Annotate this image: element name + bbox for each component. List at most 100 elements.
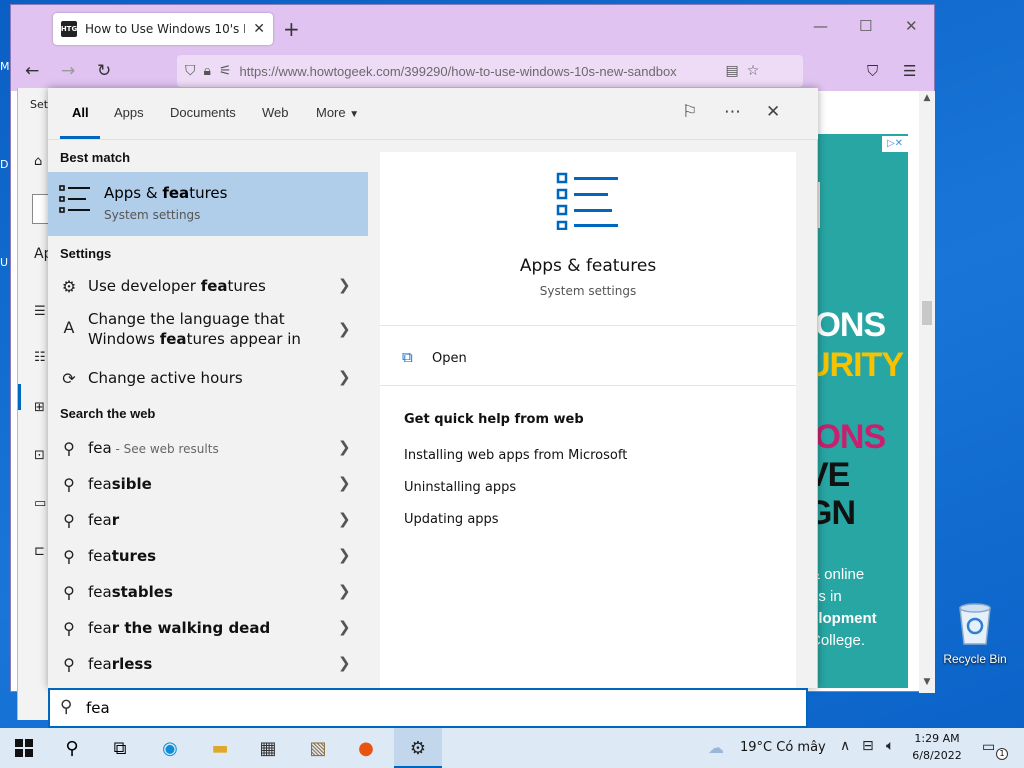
- reload-icon[interactable]: ↻: [97, 61, 111, 81]
- apps-websites-icon[interactable]: ⊡: [34, 448, 45, 463]
- clock-date[interactable]: 6/8/2022: [912, 749, 962, 762]
- tab-documents[interactable]: Documents: [170, 105, 236, 120]
- chevron-right-icon[interactable]: ❯: [338, 276, 351, 294]
- chevron-right-icon[interactable]: ❯: [338, 510, 351, 528]
- ad-banner[interactable]: ▷✕ IONS URITY IONS VE GN & online ns in …: [806, 134, 908, 688]
- tab-more-label: More: [316, 105, 346, 120]
- chevron-right-icon[interactable]: ❯: [338, 618, 351, 636]
- forward-arrow-icon[interactable]: →: [61, 61, 75, 81]
- start-button[interactable]: [0, 728, 48, 768]
- video-playback-icon[interactable]: ▭: [34, 496, 46, 511]
- new-tab-icon[interactable]: +: [283, 17, 300, 41]
- search-icon: ⚲: [63, 475, 75, 494]
- ad-choices-icon[interactable]: ▷✕: [882, 136, 908, 152]
- result-active-hours[interactable]: ⟳ Change active hours ❯: [48, 360, 368, 396]
- text-suggested: tures: [111, 547, 157, 565]
- cloud-icon[interactable]: ☁: [708, 738, 724, 757]
- notification-icon[interactable]: ▭: [982, 739, 995, 755]
- help-link[interactable]: Uninstalling apps: [404, 480, 516, 495]
- start-search-panel: All Apps Documents Web More ▼ ⚐ ⋯ ✕ Best…: [48, 88, 818, 688]
- open-action[interactable]: ⧉ Open: [380, 332, 796, 386]
- pocket-icon[interactable]: ⛉: [867, 62, 878, 80]
- text-part: tures appear in: [186, 330, 301, 348]
- permissions-icon[interactable]: ⚟: [219, 63, 232, 79]
- network-icon[interactable]: ⊟: [862, 738, 874, 754]
- chevron-right-icon[interactable]: ❯: [338, 546, 351, 564]
- search-icon: ⚲: [63, 547, 75, 566]
- maximize-icon[interactable]: ☐: [859, 17, 872, 35]
- help-link[interactable]: Updating apps: [404, 512, 499, 527]
- chevron-right-icon[interactable]: ❯: [338, 582, 351, 600]
- home-icon[interactable]: ⌂: [34, 154, 42, 169]
- search-icon[interactable]: ⚲: [48, 728, 96, 768]
- tab-more[interactable]: More ▼: [316, 105, 359, 120]
- browser-tab[interactable]: HTG How to Use Windows 10's New Sandbox …: [53, 13, 273, 45]
- search-icon: ⚲: [60, 697, 73, 717]
- tab-close-icon[interactable]: ✕: [253, 21, 265, 37]
- apps-list-icon[interactable]: ☰: [34, 304, 46, 319]
- close-icon[interactable]: ✕: [766, 102, 780, 122]
- scroll-down-icon[interactable]: ▼: [919, 677, 935, 687]
- scrollbar[interactable]: ▲ ▼: [919, 91, 935, 693]
- web-result[interactable]: ⚲ feasible ❯: [48, 466, 368, 502]
- firefox-icon[interactable]: ●: [342, 728, 390, 768]
- tab-all[interactable]: All: [72, 105, 89, 120]
- web-result[interactable]: ⚲ fearless ❯: [48, 646, 368, 682]
- store-icon[interactable]: ▦: [244, 728, 292, 768]
- feedback-icon[interactable]: ⚐: [682, 102, 697, 122]
- chevron-right-icon[interactable]: ❯: [338, 320, 351, 338]
- default-apps-icon[interactable]: ☷: [34, 350, 46, 365]
- result-label: fear the walking dead: [88, 619, 270, 637]
- title-part: Apps &: [104, 184, 163, 202]
- help-link[interactable]: Installing web apps from Microsoft: [404, 448, 627, 463]
- lock-icon[interactable]: 🔒︎: [204, 63, 211, 79]
- chevron-up-icon[interactable]: ∧: [840, 738, 850, 754]
- offline-maps-icon[interactable]: ⊞: [34, 400, 45, 415]
- chevron-right-icon[interactable]: ❯: [338, 368, 351, 386]
- result-label: Change active hours: [88, 369, 243, 387]
- tab-web[interactable]: Web: [262, 105, 289, 120]
- task-view-icon[interactable]: ⧉: [96, 728, 144, 768]
- chevron-right-icon[interactable]: ❯: [338, 654, 351, 672]
- reader-view-icon[interactable]: ▤: [726, 63, 739, 79]
- chevron-right-icon[interactable]: ❯: [338, 438, 351, 456]
- web-result[interactable]: ⚲ fear the walking dead ❯: [48, 610, 368, 646]
- shield-icon[interactable]: ⛉: [185, 63, 196, 79]
- bookmark-star-icon[interactable]: ☆: [747, 63, 760, 79]
- result-developer-features[interactable]: ⚙ Use developer features ❯: [48, 268, 368, 304]
- web-result[interactable]: ⚲ fear ❯: [48, 502, 368, 538]
- gear-icon[interactable]: ⚙: [394, 728, 442, 768]
- web-result[interactable]: ⚲ features ❯: [48, 538, 368, 574]
- scroll-up-icon[interactable]: ▲: [919, 93, 935, 103]
- result-label: features: [88, 547, 156, 565]
- file-explorer-icon[interactable]: ▬: [196, 728, 244, 768]
- site-favicon-icon: HTG: [61, 21, 77, 37]
- result-change-language[interactable]: A Change the language that Windows featu…: [48, 304, 368, 358]
- edge-browser-icon[interactable]: ◉: [146, 728, 194, 768]
- tab-apps[interactable]: Apps: [114, 105, 144, 120]
- search-box[interactable]: ⚲: [48, 688, 808, 728]
- volume-icon[interactable]: 🔈︎: [886, 738, 894, 754]
- url-text[interactable]: https://www.howtogeek.com/399290/how-to-…: [240, 64, 718, 79]
- web-result[interactable]: ⚲ fea - See web results ❯: [48, 430, 368, 466]
- startup-icon[interactable]: ⊏: [34, 544, 45, 559]
- more-options-icon[interactable]: ⋯: [724, 102, 741, 122]
- web-result[interactable]: ⚲ feastables ❯: [48, 574, 368, 610]
- chevron-right-icon[interactable]: ❯: [338, 474, 351, 492]
- search-icon: ⚲: [63, 619, 75, 638]
- detail-pane: Apps & features System settings ⧉ Open G…: [380, 152, 796, 688]
- search-input[interactable]: [86, 697, 786, 719]
- archive-app-icon[interactable]: ▧: [294, 728, 342, 768]
- text-suggested: r: [111, 511, 120, 529]
- address-bar[interactable]: ⛉ 🔒︎ ⚟ https://www.howtogeek.com/399290/…: [177, 55, 803, 87]
- menu-hamburger-icon[interactable]: ☰: [903, 62, 916, 80]
- desktop-edge-text: M: [0, 60, 10, 73]
- back-arrow-icon[interactable]: ←: [25, 61, 39, 81]
- clock-time[interactable]: 1:29 AM: [912, 732, 962, 745]
- minimize-icon[interactable]: —: [813, 17, 828, 35]
- weather-text[interactable]: 19°C Có mây: [740, 740, 826, 755]
- window-close-icon[interactable]: ✕: [905, 17, 918, 35]
- best-match-item[interactable]: Apps & features System settings: [48, 172, 368, 236]
- scroll-thumb[interactable]: [922, 301, 932, 325]
- recycle-bin-shortcut[interactable]: Recycle Bin: [942, 600, 1008, 670]
